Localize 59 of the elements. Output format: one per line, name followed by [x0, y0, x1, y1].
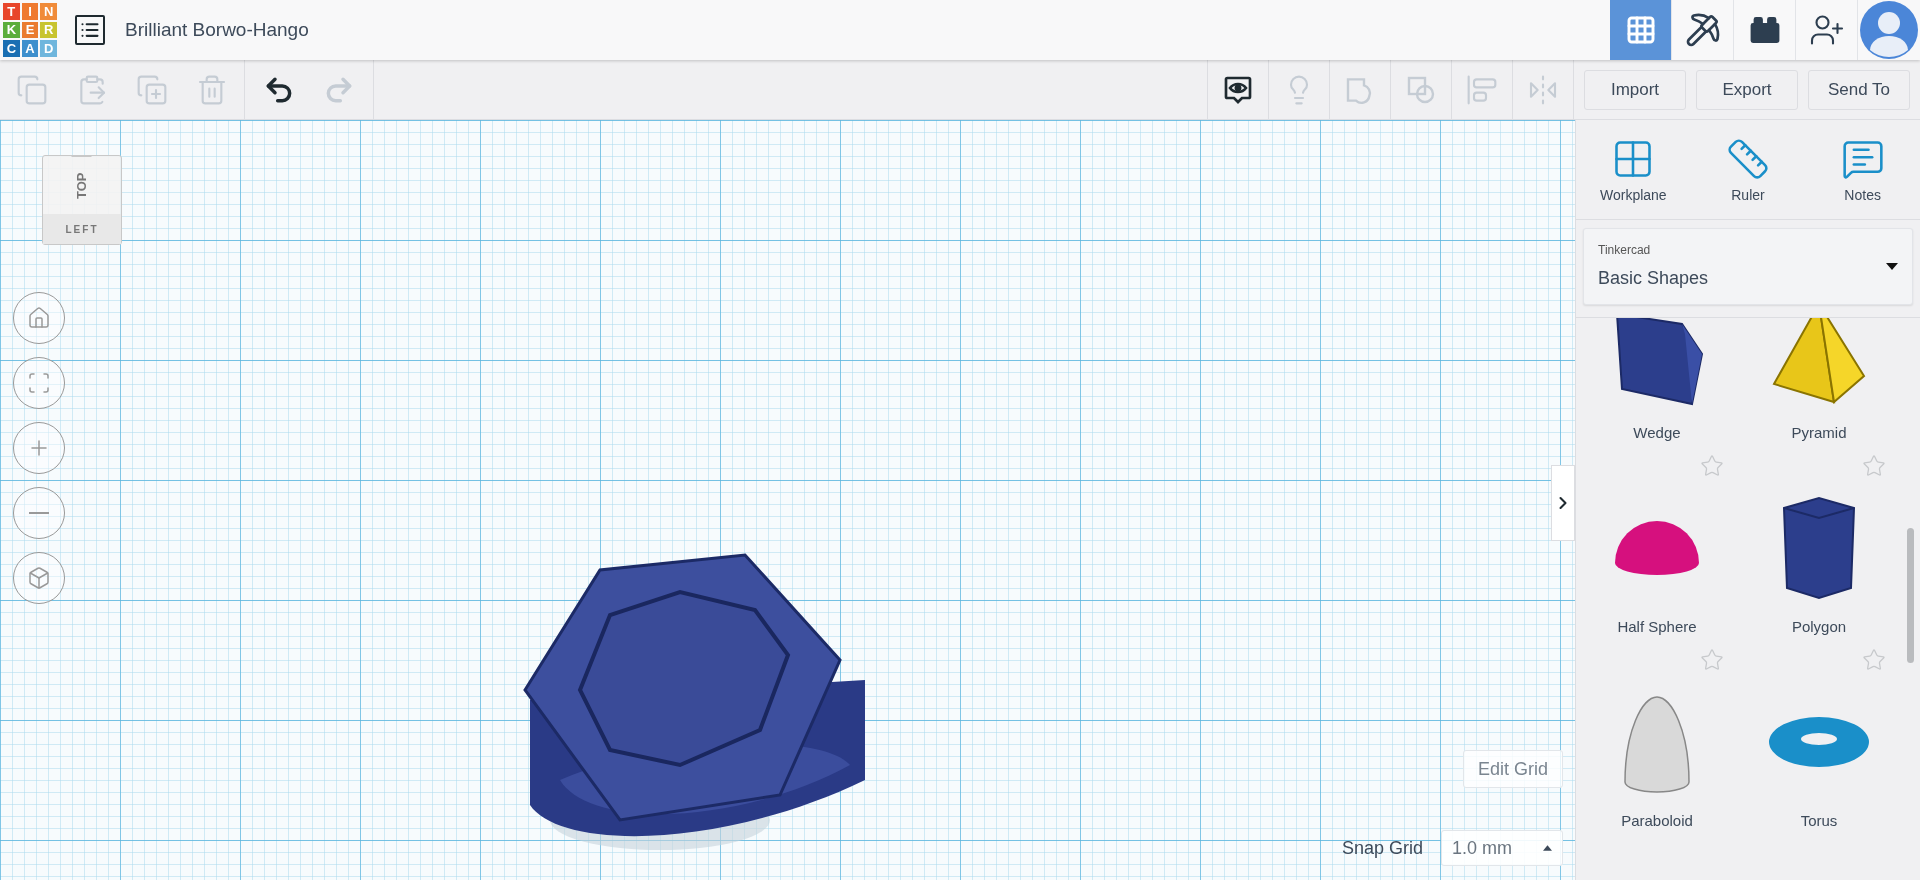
caret-up-icon — [1543, 845, 1552, 851]
shape-tile[interactable]: Wedge — [1576, 318, 1738, 454]
caret-down-icon — [1886, 263, 1898, 270]
home-icon — [27, 306, 51, 330]
logo-letter: D — [40, 40, 57, 57]
favorite-star-icon[interactable] — [1862, 454, 1886, 478]
logo-letter: K — [3, 21, 20, 39]
favorite-star-icon[interactable] — [1862, 648, 1886, 672]
perspective-button[interactable] — [13, 552, 65, 604]
view-cube-left-face[interactable]: LEFT — [43, 214, 121, 244]
logo-letter: N — [40, 3, 57, 20]
shape-tile[interactable]: Torus — [1738, 648, 1900, 842]
logo-letter: E — [21, 21, 39, 39]
copy-icon — [16, 74, 48, 106]
edit-grid-button[interactable]: Edit Grid — [1462, 750, 1563, 788]
favorite-star-icon[interactable] — [1700, 454, 1724, 478]
logo-letter: I — [21, 3, 39, 20]
library-source-label: Tinkercad — [1598, 242, 1651, 259]
shape-tile[interactable]: Polygon — [1738, 454, 1900, 648]
ungroup-shapes-icon — [1405, 74, 1437, 106]
ruler-tool-button[interactable]: Ruler — [1698, 137, 1798, 206]
snap-grid-label: Snap Grid — [1341, 836, 1423, 860]
logo-letter: T — [3, 3, 20, 20]
eye-bubble-icon — [1222, 74, 1254, 106]
zoom-in-button[interactable] — [13, 422, 65, 474]
toolbar-action-button[interactable]: Send To — [1808, 69, 1910, 110]
list-icon — [80, 20, 100, 40]
project-title[interactable]: Brilliant Borwo-Hango — [125, 15, 309, 45]
workplane-canvas[interactable]: TOP LEFT Edit Grid Snap Grid 1.0 mm — [0, 120, 1575, 880]
align-icon — [1466, 74, 1498, 106]
toolbar-action-button[interactable]: Export — [1696, 69, 1798, 110]
fit-view-icon — [27, 371, 51, 395]
ruler-icon — [1726, 137, 1770, 181]
shape-tile[interactable]: Paraboloid — [1576, 648, 1738, 842]
mirror-icon — [1527, 74, 1559, 106]
scrollbar[interactable] — [1907, 528, 1914, 663]
cube-icon — [27, 566, 51, 590]
logo-letter: C — [3, 40, 20, 57]
shape-library-dropdown[interactable]: Tinkercad Basic Shapes — [1583, 228, 1913, 305]
zoom-out-button[interactable] — [13, 487, 65, 539]
duplicate-icon — [136, 74, 168, 106]
home-button[interactable] — [13, 292, 65, 344]
design-list-button[interactable] — [75, 15, 105, 45]
collapse-panel-button[interactable] — [1551, 465, 1575, 541]
favorite-star-icon[interactable] — [1700, 648, 1724, 672]
shape-tile[interactable]: Half Sphere — [1576, 454, 1738, 648]
view-cube[interactable]: TOP LEFT — [42, 155, 122, 245]
toolbar-action-button[interactable]: Import — [1584, 69, 1686, 110]
shape-tile[interactable]: Pyramid — [1738, 318, 1900, 454]
fit-button[interactable] — [13, 357, 65, 409]
logo-letter: A — [21, 40, 39, 57]
logo[interactable]: T I N K E R C A D — [3, 3, 57, 57]
trash-icon — [196, 74, 228, 106]
notes-tool-button[interactable]: Notes — [1812, 137, 1913, 206]
workplane-tool-button[interactable]: Workplane — [1583, 137, 1684, 206]
library-selection: Basic Shapes — [1598, 267, 1709, 290]
logo-letter: R — [40, 21, 57, 39]
snap-grid-select[interactable]: 1.0 mm — [1441, 830, 1563, 866]
pickaxe-icon — [1684, 12, 1721, 48]
